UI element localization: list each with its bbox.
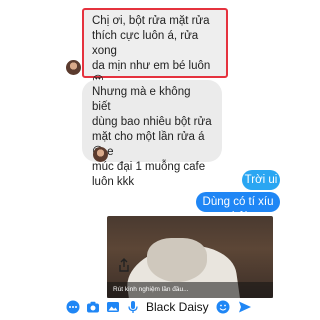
outgoing-message: Trời ui <box>242 170 280 190</box>
camera-icon[interactable] <box>86 300 100 314</box>
avatar[interactable] <box>93 147 108 162</box>
more-dots-icon[interactable] <box>66 300 80 314</box>
send-icon[interactable] <box>238 300 252 314</box>
share-icon[interactable] <box>118 258 130 272</box>
microphone-icon[interactable] <box>126 300 140 314</box>
emoji-icon[interactable] <box>216 300 230 314</box>
avatar[interactable] <box>66 60 81 75</box>
photo-icon[interactable] <box>106 300 120 314</box>
message-input[interactable]: Black Daisy <box>146 299 209 315</box>
photo-bowl <box>147 238 207 282</box>
outgoing-message: Dùng có tí xíu thôi <box>196 192 280 223</box>
photo-caption: Rút kinh nghiệm lần đầu... <box>107 282 273 298</box>
incoming-message-highlighted: Chị ơi, bột rửa mặt rửa thích cực luôn á… <box>82 8 228 102</box>
